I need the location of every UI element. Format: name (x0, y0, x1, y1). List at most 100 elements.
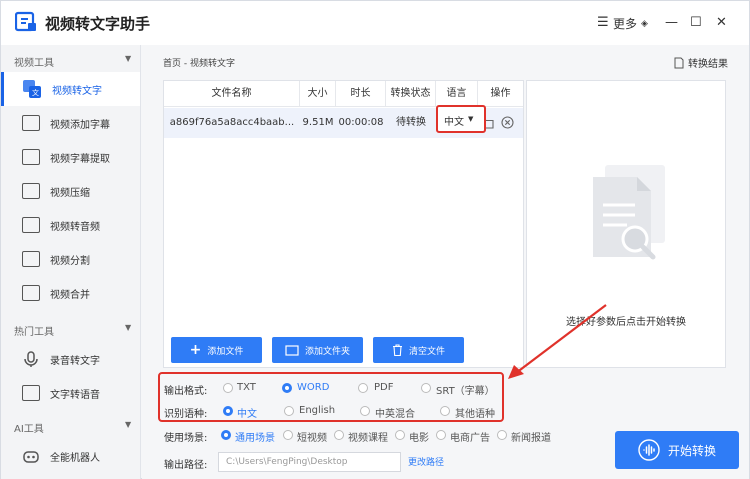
start-convert-button[interactable]: 开始转换 (615, 431, 739, 469)
column-header: 文件名称 (164, 81, 300, 107)
sidebar-item-video-to-text[interactable]: 文 视频转文字 (1, 72, 140, 106)
sidebar-item-label: 视频转音频 (50, 221, 100, 233)
main-panel: 首页 - 视频转文字 转换结果 文件名称 大小 时长 转换状态 语言 操作 a8… (142, 45, 749, 479)
language-option-mixed[interactable]: 中英混合 (375, 405, 415, 420)
language-radio-other[interactable] (440, 406, 450, 416)
sidebar-item-audio-to-text[interactable]: 录音转文字 (1, 342, 140, 376)
sidebar-item-extract-subtitle[interactable]: 视频字幕提取 (1, 140, 140, 174)
scene-option-movie[interactable]: 电影 (409, 429, 429, 444)
close-button[interactable]: ✕ (716, 15, 727, 30)
add-folder-label: 添加文件夹 (304, 346, 350, 357)
document-icon (674, 57, 684, 69)
scene-radio-short-video[interactable] (283, 430, 293, 440)
sidebar-item-compress[interactable]: 视频压缩 (1, 174, 140, 208)
annotation-arrow (508, 304, 607, 379)
file-size: 9.51M (302, 117, 334, 128)
file-status: 待转换 (396, 117, 426, 128)
remove-icon[interactable] (501, 108, 521, 138)
video-split-icon (22, 251, 40, 267)
format-radio-pdf[interactable] (358, 383, 368, 393)
robot-icon (22, 448, 40, 464)
scene-option-ecommerce[interactable]: 电商广告 (450, 429, 490, 444)
sidebar-section-ai-tools[interactable]: AI工具 (14, 420, 44, 435)
sidebar-item-label: 视频压缩 (50, 187, 90, 199)
column-header: 语言 (436, 81, 478, 107)
plus-icon: + (189, 342, 202, 358)
language-radio-english[interactable] (284, 406, 294, 416)
sidebar-item-add-subtitle[interactable]: 视频添加字幕 (1, 106, 140, 140)
table-header: 文件名称 大小 时长 转换状态 语言 操作 (164, 81, 523, 107)
language-option-other[interactable]: 其他语种 (455, 405, 495, 420)
maximize-button[interactable]: ☐ (690, 15, 702, 30)
sidebar-section-hot-tools[interactable]: 热门工具 (14, 323, 54, 338)
scene-radio-general[interactable] (221, 430, 231, 440)
format-option-txt[interactable]: TXT (237, 382, 256, 393)
minimize-button[interactable]: — (665, 15, 678, 30)
caret-down-icon: ▼ (468, 115, 474, 123)
collapse-arrow-icon[interactable]: ▼ (125, 54, 131, 63)
language-label: 识别语种: (164, 409, 208, 420)
menu-icon[interactable]: ☰ (597, 15, 609, 30)
text-speech-icon (22, 385, 40, 401)
microphone-icon (22, 350, 40, 368)
collapse-arrow-icon[interactable]: ▼ (125, 420, 131, 429)
sidebar-item-label: 全能机器人 (50, 452, 100, 464)
scene-option-general[interactable]: 通用场景 (235, 429, 275, 444)
output-path-input[interactable]: C:\Users\FengPing\Desktop (218, 452, 401, 472)
add-file-button[interactable]: + 添加文件 (171, 337, 262, 363)
sidebar: 视频工具 ▼ 文 视频转文字 视频添加字幕 视频字幕提取 视频压缩 视频转音频 … (1, 45, 141, 479)
language-option-chinese[interactable]: 中文 (237, 405, 257, 420)
app-logo-icon (15, 11, 37, 33)
column-header: 大小 (300, 81, 336, 107)
sidebar-item-label: 文字转语音 (50, 389, 100, 401)
svg-text:文: 文 (32, 88, 39, 97)
scene-option-course[interactable]: 视频课程 (348, 429, 388, 444)
sidebar-item-robot[interactable]: 全能机器人 (1, 439, 140, 473)
add-file-label: 添加文件 (207, 346, 244, 357)
column-header: 时长 (336, 81, 386, 107)
sidebar-item-split[interactable]: 视频分割 (1, 242, 140, 276)
folder-icon (285, 344, 299, 356)
output-format-label: 输出格式: (164, 386, 208, 397)
sidebar-item-merge[interactable]: 视频合并 (1, 276, 140, 310)
document-search-icon (585, 161, 671, 263)
language-option-english[interactable]: English (299, 405, 335, 416)
scene-radio-movie[interactable] (395, 430, 405, 440)
format-radio-word[interactable] (282, 383, 292, 393)
scene-radio-ecommerce[interactable] (436, 430, 446, 440)
column-header: 操作 (490, 88, 511, 99)
result-label: 转换结果 (688, 59, 728, 70)
column-header: 转换状态 (386, 81, 436, 107)
title-bar: 视频转文字助手 ☰ 更多 ◈ — ☐ ✕ (1, 1, 749, 45)
format-option-srt[interactable]: SRT（字幕） (436, 382, 495, 397)
file-table: 文件名称 大小 时长 转换状态 语言 操作 a869f76a5a8acc4baa… (163, 80, 524, 368)
trash-icon (392, 344, 403, 356)
more-button[interactable]: 更多 ◈ (613, 15, 648, 32)
sidebar-item-to-audio[interactable]: 视频转音频 (1, 208, 140, 242)
format-option-word[interactable]: WORD (297, 382, 329, 393)
video-audio-icon (22, 217, 40, 233)
video-merge-icon (22, 285, 40, 301)
format-radio-txt[interactable] (223, 383, 233, 393)
scene-option-short-video[interactable]: 短视频 (297, 429, 327, 444)
scene-option-news[interactable]: 新闻报道 (511, 429, 551, 444)
language-radio-chinese[interactable] (223, 406, 233, 416)
collapse-arrow-icon[interactable]: ▼ (125, 323, 131, 332)
scene-label: 使用场景: (164, 433, 208, 444)
scene-radio-course[interactable] (334, 430, 344, 440)
sidebar-item-label: 视频分割 (50, 255, 90, 267)
change-path-link[interactable]: 更改路径 (408, 455, 444, 468)
result-button[interactable]: 转换结果 (674, 55, 728, 70)
format-option-pdf[interactable]: PDF (374, 382, 393, 393)
sidebar-item-label: 视频添加字幕 (50, 119, 110, 131)
sidebar-section-video-tools[interactable]: 视频工具 (14, 54, 54, 69)
video-text-icon: 文 (22, 79, 42, 99)
add-folder-button[interactable]: 添加文件夹 (272, 337, 363, 363)
format-radio-srt[interactable] (421, 383, 431, 393)
sidebar-item-text-to-speech[interactable]: 文字转语音 (1, 376, 140, 410)
clear-files-button[interactable]: 清空文件 (373, 337, 464, 363)
scene-radio-news[interactable] (497, 430, 507, 440)
output-path-label: 输出路径: (164, 460, 208, 471)
language-dropdown[interactable]: 中文 ▼ (436, 105, 486, 133)
language-radio-mixed[interactable] (360, 406, 370, 416)
